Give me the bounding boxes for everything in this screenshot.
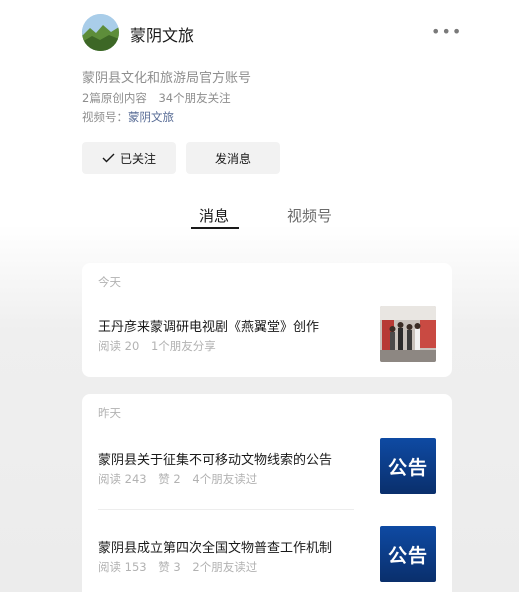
account-avatar[interactable] (82, 14, 119, 51)
article-meta: 阅读 243 赞 2 4个朋友读过 (98, 471, 265, 487)
article-item[interactable]: 蒙阴县关于征集不可移动文物线索的公告 阅读 243 赞 2 4个朋友读过 公告 (98, 438, 436, 494)
article-meta: 阅读 153 赞 3 2个朋友读过 (98, 559, 265, 575)
follow-button[interactable]: 已关注 (82, 142, 176, 174)
article-thumbnail[interactable]: 公告 (380, 526, 436, 582)
date-label: 昨天 (98, 406, 121, 420)
like-count: 赞 2 (158, 472, 181, 486)
friend-activity: 4个朋友读过 (192, 472, 258, 486)
original-count: 2篇原创内容 (82, 91, 147, 105)
article-title[interactable]: 蒙阴县成立第四次全国文物普查工作机制 (98, 537, 332, 556)
article-thumbnail[interactable] (380, 306, 436, 362)
friend-activity: 2个朋友读过 (192, 560, 258, 574)
friends-following: 34个朋友关注 (158, 91, 231, 105)
tab-messages[interactable]: 消息 (199, 205, 229, 226)
feed-card-today: 今天 王丹彦来蒙调研电视剧《燕翼堂》创作 阅读 20 1个朋友分享 (82, 263, 452, 377)
video-channel-link[interactable]: 蒙阴文旅 (128, 110, 174, 124)
article-title[interactable]: 蒙阴县关于征集不可移动文物线索的公告 (98, 449, 332, 468)
article-thumbnail[interactable]: 公告 (380, 438, 436, 494)
friend-activity: 1个朋友分享 (150, 339, 216, 353)
more-icon[interactable]: ••• (431, 22, 461, 42)
check-icon (102, 153, 115, 163)
like-count: 赞 3 (158, 560, 181, 574)
date-label: 今天 (98, 275, 121, 289)
read-count: 阅读 243 (98, 472, 147, 486)
send-message-label: 发消息 (214, 151, 251, 166)
video-channel[interactable]: 视频号：蒙阴文旅 (82, 109, 174, 125)
article-title[interactable]: 王丹彦来蒙调研电视剧《燕翼堂》创作 (98, 316, 319, 335)
article-item[interactable]: 王丹彦来蒙调研电视剧《燕翼堂》创作 阅读 20 1个朋友分享 (98, 306, 436, 362)
account-stats: 2篇原创内容 34个朋友关注 (82, 90, 239, 106)
read-count: 阅读 153 (98, 560, 147, 574)
tab-video-channel[interactable]: 视频号 (287, 205, 332, 226)
follow-button-label: 已关注 (119, 151, 156, 166)
divider (98, 509, 354, 510)
video-channel-label: 视频号： (82, 110, 128, 124)
article-meta: 阅读 20 1个朋友分享 (98, 338, 224, 354)
account-description: 蒙阴县文化和旅游局官方账号 (82, 71, 252, 86)
active-tab-indicator (191, 227, 239, 229)
account-name: 蒙阴文旅 (130, 26, 195, 45)
read-count: 阅读 20 (98, 339, 140, 353)
feed-card-yesterday: 昨天 蒙阴县关于征集不可移动文物线索的公告 阅读 243 赞 2 4个朋友读过 … (82, 394, 452, 592)
article-item[interactable]: 蒙阴县成立第四次全国文物普查工作机制 阅读 153 赞 3 2个朋友读过 公告 (98, 526, 436, 582)
send-message-button[interactable]: 发消息 (186, 142, 280, 174)
